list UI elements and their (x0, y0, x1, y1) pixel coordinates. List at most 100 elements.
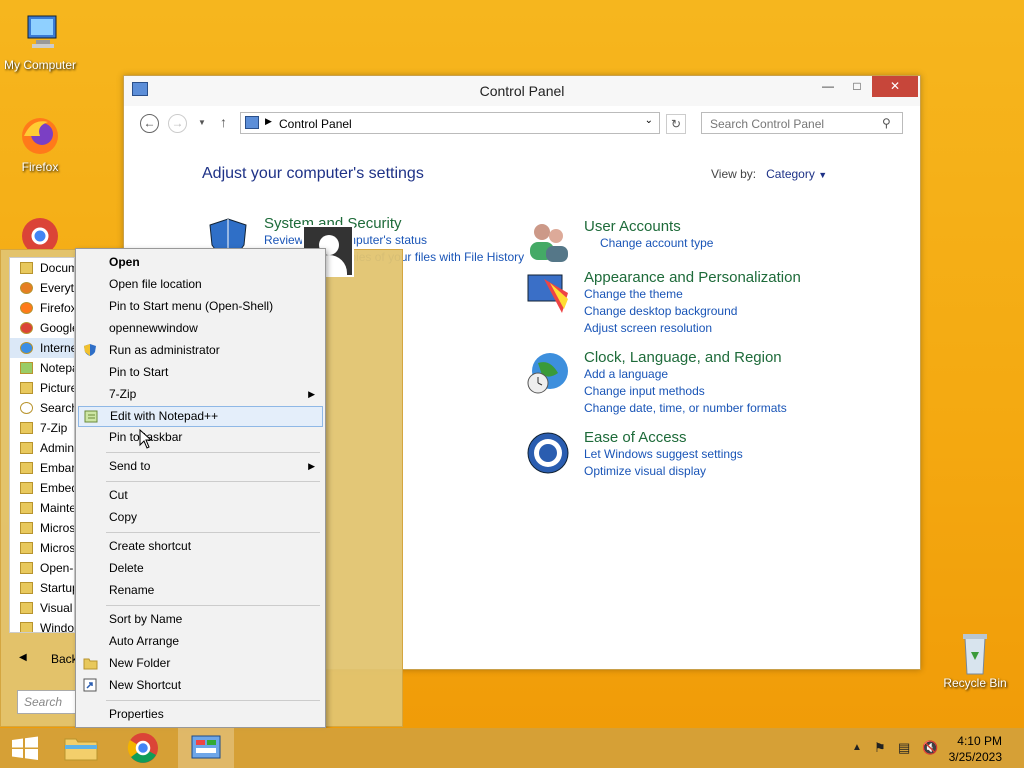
desktop-icon-firefox[interactable]: Firefox (0, 114, 80, 174)
menu-item-auto-arrange[interactable]: Auto Arrange (78, 631, 323, 652)
windows-logo-icon (12, 736, 38, 760)
submenu-arrow-icon: ▶ (308, 461, 315, 471)
clock-date: 3/25/2023 (948, 750, 1002, 764)
menu-item-run-as-admin[interactable]: Run as administrator (78, 340, 323, 361)
start-button[interactable] (0, 728, 50, 768)
chevron-down-icon[interactable]: ▼ (198, 118, 206, 127)
menu-item-copy[interactable]: Copy (78, 507, 323, 528)
list-item[interactable]: Firefox (10, 298, 74, 318)
menu-item-open[interactable]: Open (78, 252, 323, 273)
list-item[interactable]: Windows (10, 618, 74, 632)
folder-icon (20, 262, 33, 274)
breadcrumb: Control Panel (279, 117, 352, 131)
forward-icon[interactable]: → (168, 114, 187, 133)
action-center-flag-icon[interactable]: ⚑ (874, 740, 886, 756)
menu-item-label: New Folder (109, 656, 171, 670)
menu-item-opennewwindow[interactable]: opennewwindow (78, 318, 323, 339)
list-item[interactable]: Embarcadero (10, 458, 74, 478)
network-icon[interactable]: ▤ (898, 740, 910, 756)
menu-item-new-shortcut[interactable]: New Shortcut (78, 675, 323, 696)
menu-item-open-file-location[interactable]: Open file location (78, 274, 323, 295)
list-item[interactable]: Pictures (10, 378, 74, 398)
list-item[interactable]: Administrative Tools (10, 438, 74, 458)
notepad-plus-icon (84, 409, 99, 423)
menu-item-label: Sort by Name (109, 612, 183, 626)
list-item[interactable]: Embedded (10, 478, 74, 498)
category-link[interactable]: Let Windows suggest settings (584, 446, 743, 463)
menu-item-new-folder[interactable]: New Folder (78, 653, 323, 674)
desktop-icon-recycle-bin[interactable]: Recycle Bin (935, 630, 1015, 690)
up-icon[interactable]: ↑ (220, 114, 227, 130)
window-titlebar[interactable]: Control Panel — □ ✕ (124, 76, 920, 106)
list-item[interactable]: 7-Zip (10, 418, 74, 438)
list-item[interactable]: Maintenance (10, 498, 74, 518)
volume-muted-icon[interactable]: 🔇 (922, 740, 938, 756)
list-item[interactable]: Startup (10, 578, 74, 598)
category-link[interactable]: Change desktop background (584, 303, 801, 320)
taskbar-clock[interactable]: 4:10 PM 3/25/2023 (949, 733, 1002, 765)
clock-time: 4:10 PM (957, 734, 1002, 748)
category-link[interactable]: Change date, time, or number formats (584, 400, 787, 417)
category-link[interactable]: Change account type (584, 235, 713, 252)
category-link[interactable]: Change input methods (584, 383, 787, 400)
menu-item-cut[interactable]: Cut (78, 485, 323, 506)
category-link[interactable]: Optimize visual display (584, 463, 743, 480)
taskbar-file-explorer[interactable] (56, 728, 106, 768)
menu-item-rename[interactable]: Rename (78, 580, 323, 601)
category-link[interactable]: Change the theme (584, 286, 801, 303)
list-item[interactable]: Open-Shell (10, 558, 74, 578)
list-item[interactable]: Search (10, 398, 74, 418)
search-icon (20, 282, 33, 294)
tray-overflow-chevron-icon[interactable]: ▲ (852, 742, 862, 753)
folder-icon (20, 462, 33, 474)
search-input[interactable]: Search Control Panel (701, 112, 903, 134)
menu-item-edit-notepad[interactable]: Edit with Notepad++ (78, 406, 323, 427)
menu-item-sort-by-name[interactable]: Sort by Name (78, 609, 323, 630)
start-menu-item-label: Search (40, 401, 75, 415)
list-item[interactable]: Google Chrome (10, 318, 74, 338)
list-item[interactable]: Microsoft (10, 518, 74, 538)
category-link[interactable]: Add a language (584, 366, 787, 383)
list-item[interactable]: Visual Studio (10, 598, 74, 618)
menu-item-pin-to-taskbar[interactable]: Pin to taskbar (78, 427, 323, 448)
menu-item-properties[interactable]: Properties (78, 704, 323, 725)
category-title[interactable]: Clock, Language, and Region (584, 349, 787, 366)
list-item[interactable]: Internet Explorer (10, 338, 74, 358)
menu-separator (106, 481, 320, 482)
refresh-icon[interactable]: ↻ (666, 114, 686, 134)
address-icon (245, 116, 259, 129)
menu-item-label: Delete (109, 561, 144, 575)
menu-item-7zip[interactable]: 7-Zip ▶ (78, 384, 323, 405)
view-by-chevron-icon[interactable]: ▼ (818, 170, 827, 180)
start-search-input[interactable]: Search programs and files (17, 690, 77, 714)
file-explorer-icon (64, 738, 98, 761)
address-bar[interactable]: ▶ Control Panel ⌄ (240, 112, 660, 134)
taskbar-chrome[interactable] (118, 728, 168, 768)
address-dropdown-icon[interactable]: ⌄ (645, 115, 653, 126)
menu-item-create-shortcut[interactable]: Create shortcut (78, 536, 323, 557)
maximize-button[interactable]: □ (843, 76, 871, 97)
minimize-button[interactable]: — (814, 76, 842, 97)
taskbar-control-panel[interactable] (178, 728, 234, 768)
category-link[interactable]: Adjust screen resolution (584, 320, 801, 337)
menu-item-delete[interactable]: Delete (78, 558, 323, 579)
list-item[interactable]: Notepad++ (10, 358, 74, 378)
menu-item-pin-start-menu[interactable]: Pin to Start menu (Open-Shell) (78, 296, 323, 317)
list-item[interactable]: Documents (10, 258, 74, 278)
view-by-dropdown[interactable]: Category (766, 167, 815, 181)
list-item[interactable]: Everything (10, 278, 74, 298)
category-title[interactable]: User Accounts (584, 218, 713, 235)
category-title[interactable]: Appearance and Personalization (584, 269, 801, 286)
menu-item-send-to[interactable]: Send to ▶ (78, 456, 323, 477)
desktop-icon-my-computer[interactable]: My Computer (0, 12, 80, 72)
list-item[interactable]: Microsoft (10, 538, 74, 558)
breadcrumb-chevron-icon: ▶ (265, 116, 272, 126)
menu-item-label: Open (109, 255, 140, 269)
folder-icon (20, 582, 33, 594)
close-button[interactable]: ✕ (872, 76, 918, 97)
start-menu-item-label: Administrative Tools (40, 441, 75, 455)
menu-item-pin-to-start[interactable]: Pin to Start (78, 362, 323, 383)
back-icon[interactable]: ← (140, 114, 159, 133)
category-title[interactable]: Ease of Access (584, 429, 743, 446)
start-menu-item-label: Maintenance (40, 501, 74, 515)
